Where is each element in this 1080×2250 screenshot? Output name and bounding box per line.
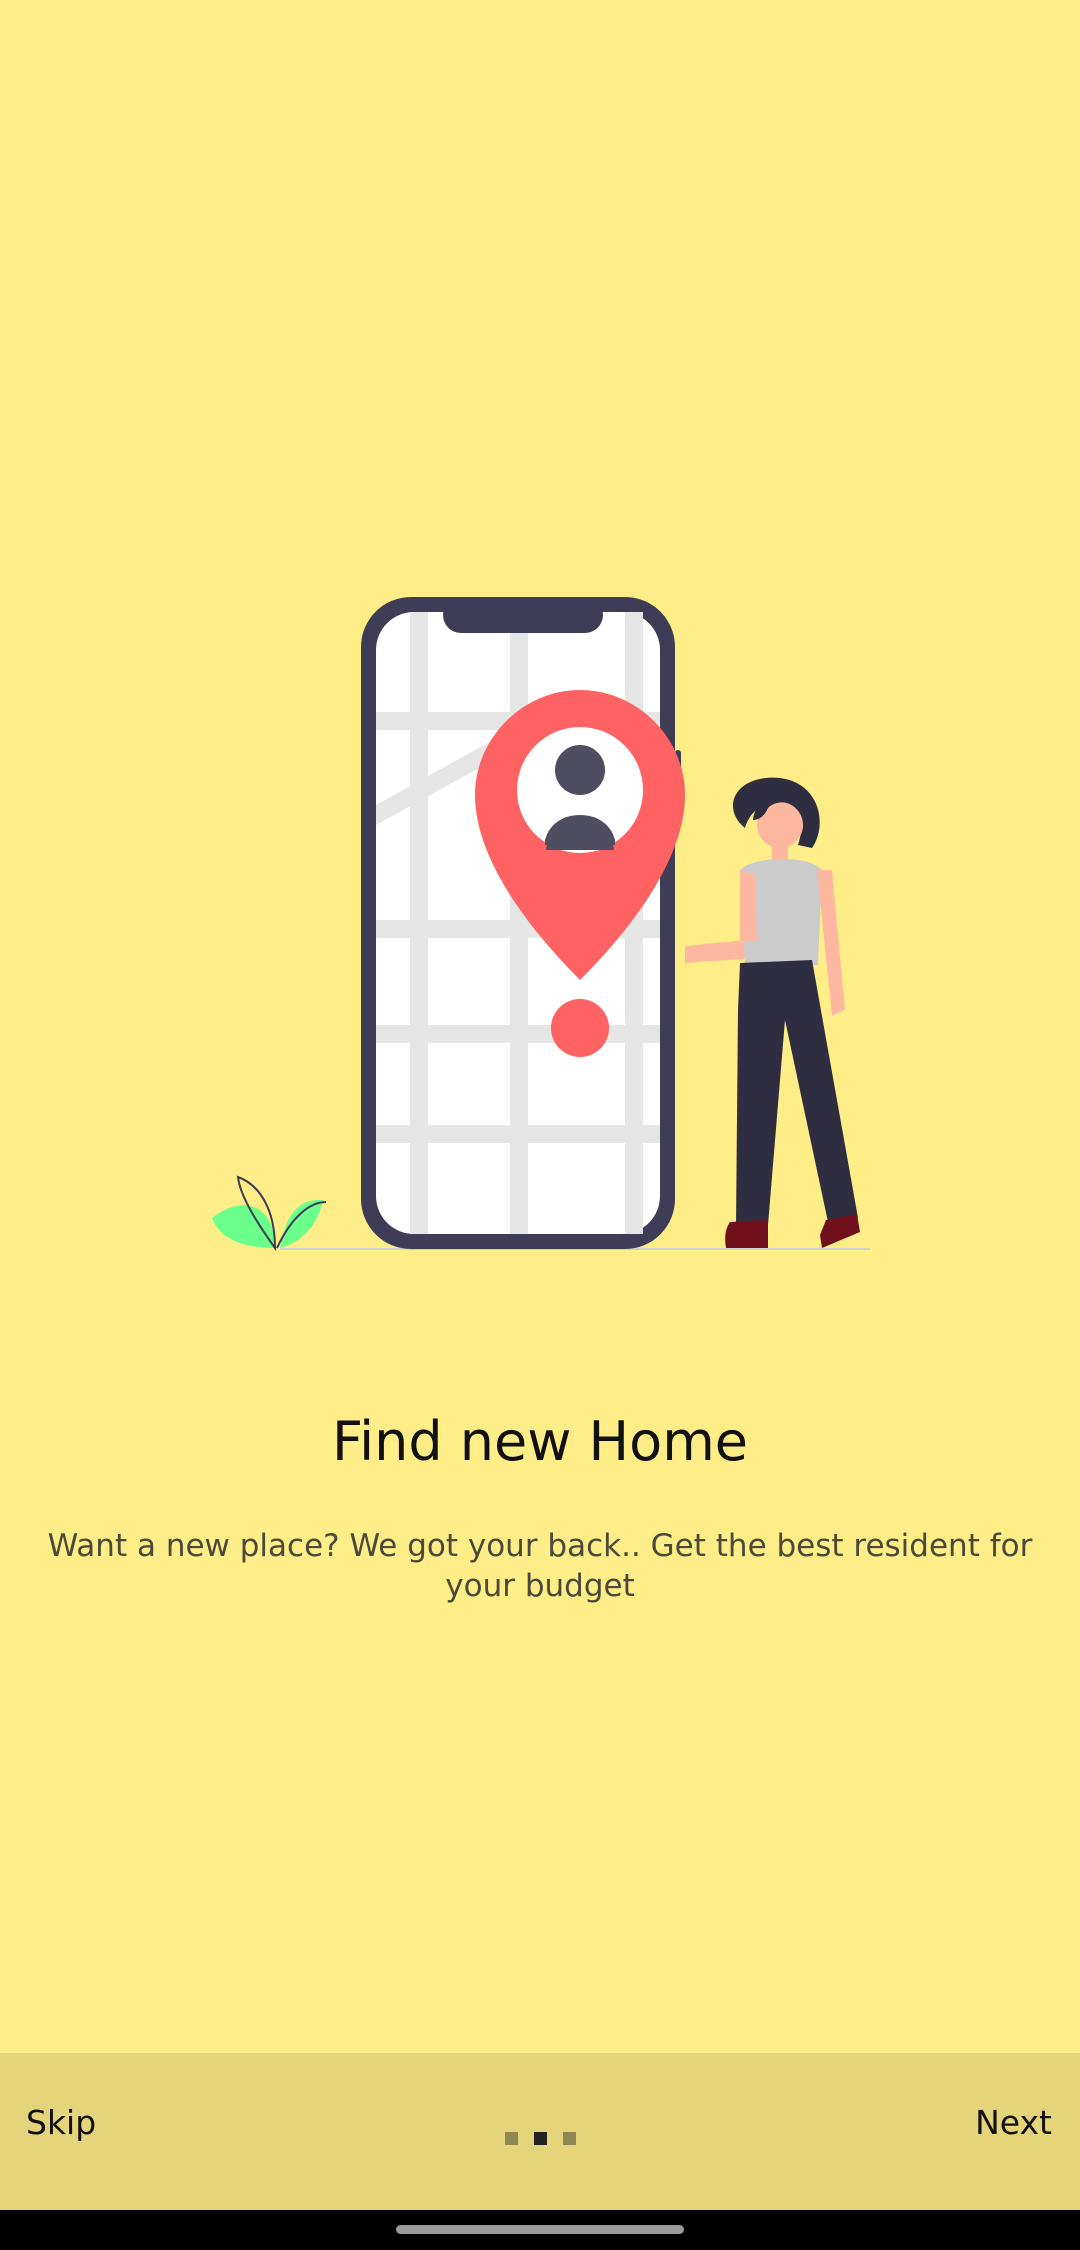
page-indicator bbox=[0, 2132, 1080, 2145]
next-button[interactable]: Next bbox=[975, 2103, 1052, 2142]
onboarding-description: Want a new place? We got your back.. Get… bbox=[47, 1528, 1033, 1604]
page-indicator-dot-active bbox=[533, 2132, 547, 2145]
system-navigation-bar bbox=[0, 2210, 1080, 2250]
onboarding-screen: Find new Home Want a new place? We got y… bbox=[0, 0, 1080, 2053]
smartphone-map-icon bbox=[361, 597, 681, 1249]
page-indicator-dot bbox=[504, 2132, 518, 2145]
onboarding-illustration bbox=[212, 597, 870, 1252]
onboarding-title: Find new Home bbox=[331, 1410, 749, 1473]
home-indicator[interactable] bbox=[396, 2225, 684, 2234]
woman-figure-icon bbox=[685, 777, 860, 1248]
page-indicator-dot bbox=[562, 2132, 576, 2145]
onboarding-footer: Skip Next bbox=[0, 2053, 1080, 2210]
plant-icon bbox=[212, 1175, 327, 1252]
